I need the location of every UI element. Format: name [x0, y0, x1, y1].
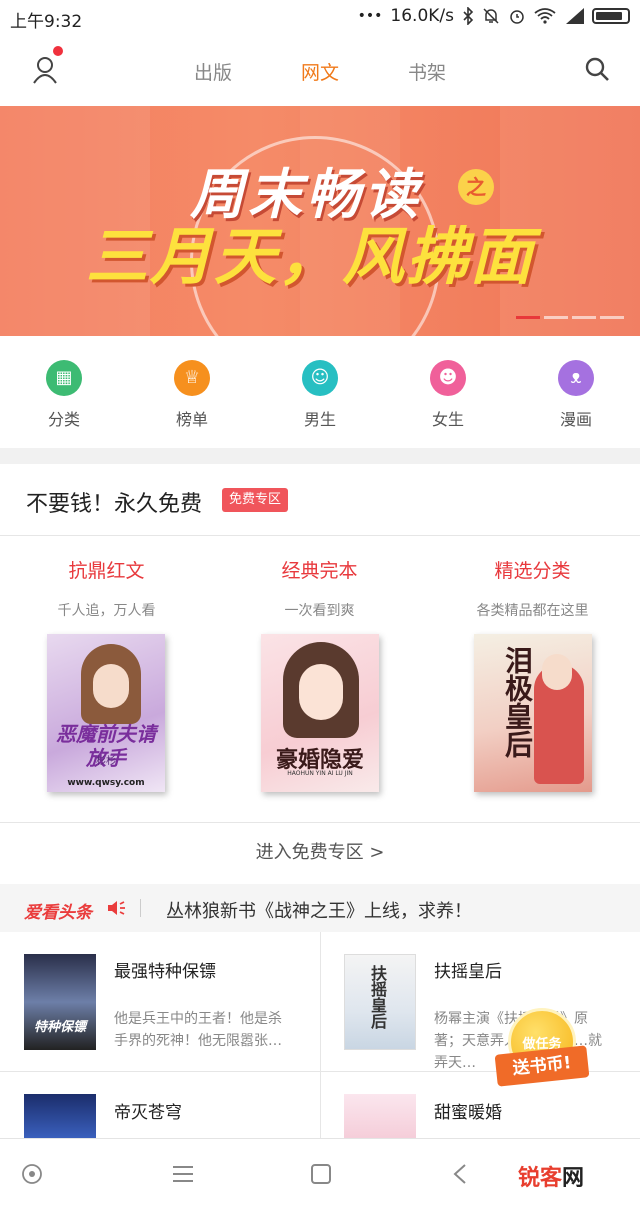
network-speed: 16.0K/s: [390, 6, 454, 26]
category-label: 漫画: [559, 410, 592, 429]
trophy-icon: ♕: [174, 360, 210, 396]
home-icon[interactable]: [310, 1163, 332, 1185]
tab-bookshelf[interactable]: 书架: [408, 58, 446, 85]
headline-text: 丛林狼新书《战神之王》上线，求养！: [166, 901, 472, 922]
column-subtitle: 一次看到爽: [284, 603, 355, 619]
category-label: 男生: [303, 410, 336, 429]
free-section-title: 不要钱！永久免费: [26, 492, 203, 517]
back-icon[interactable]: [452, 1163, 468, 1185]
divider: [0, 822, 640, 823]
signal-icon: [566, 8, 584, 24]
cat-face-icon: ᴥ: [558, 360, 594, 396]
enter-free-zone-link[interactable]: 进入免费专区 >: [0, 838, 640, 864]
column-title: 精选分类: [494, 560, 571, 582]
category-comic[interactable]: ᴥ 漫画: [536, 360, 616, 430]
pager-dot: [572, 316, 596, 319]
column-subtitle: 各类精品都在这里: [476, 603, 589, 619]
pager-dot: [600, 316, 624, 319]
free-column-hot[interactable]: 抗鼎红文 千人追，万人看: [0, 536, 213, 620]
tab-publish[interactable]: 出版: [194, 58, 232, 85]
column-title: 抗鼎红文: [68, 560, 145, 582]
cover-face: [93, 664, 129, 708]
book-cover[interactable]: 豪婚隐爱 HAOHUN YIN AI LU JIN: [261, 634, 379, 792]
top-nav: 出版 网文 书架: [0, 34, 640, 106]
book-cover: [24, 1094, 96, 1138]
column-title: 经典完本: [281, 560, 358, 582]
tab-web-novel[interactable]: 网文: [301, 58, 339, 85]
list-item[interactable]: 特种保镖 最强特种保镖 他是兵王中的王者！他是杀手界的死神！他无限嚣张…: [0, 932, 320, 1071]
search-icon[interactable]: [584, 56, 610, 82]
section-divider: [0, 448, 640, 464]
category-ranking[interactable]: ♕ 榜单: [152, 360, 232, 430]
promo-banner[interactable]: 周末畅读 之 三月天，风拂面: [0, 106, 640, 336]
cover-face: [542, 654, 572, 690]
wifi-icon: [534, 8, 556, 24]
news-ticker[interactable]: 爱看头条 丛林狼新书《战神之王》上线，求养！: [0, 884, 640, 932]
free-zone-badge[interactable]: 免费专区: [222, 488, 289, 512]
free-column-complete[interactable]: 经典完本 一次看到爽: [213, 536, 426, 620]
book-title: 扶摇皇后: [434, 962, 502, 982]
menu-icon[interactable]: [172, 1165, 194, 1183]
category-label: 榜单: [175, 410, 208, 429]
ticker-separator: [140, 899, 141, 917]
book-cover: 扶摇皇后: [344, 954, 416, 1050]
book-author: 杉杉: [96, 756, 116, 767]
category-row: ▦ 分类 ♕ 榜单 ☺ 男生 ☻ 女生 ᴥ 漫画: [0, 336, 640, 448]
watermark-part: 锐客: [518, 1166, 563, 1191]
notification-dot: [53, 46, 63, 56]
cover-face: [299, 664, 343, 720]
bluetooth-icon: [463, 7, 474, 25]
book-cover: 特种保镖: [24, 954, 96, 1050]
category-label: 女生: [431, 410, 464, 429]
cover-text: 扶摇皇后: [368, 965, 387, 1029]
book-title: 最强特种保镖: [114, 962, 216, 982]
pager-dot: [544, 316, 568, 319]
headline-logo: 爱看头条: [24, 903, 92, 923]
alarm-icon: [510, 10, 524, 24]
category-male[interactable]: ☺ 男生: [280, 360, 360, 430]
status-dots: •••: [357, 8, 383, 24]
book-title: 泪极皇后: [501, 646, 534, 758]
assistant-icon[interactable]: [21, 1163, 43, 1185]
book-title: 甜蜜暖婚: [434, 1103, 502, 1123]
book-cover: [344, 1094, 416, 1138]
book-pinyin: HAOHUN YIN AI LU JIN: [287, 770, 353, 777]
watermark-part: 网: [562, 1166, 585, 1191]
status-bar: 上午9:32 ••• 16.0K/s: [0, 0, 640, 34]
battery-icon: [592, 8, 630, 24]
book-cover[interactable]: 泪极皇后: [474, 634, 592, 792]
watermark: 锐客网: [518, 1160, 584, 1192]
book-description: 他是兵王中的王者！他是杀手界的死神！他无限嚣张…: [114, 1011, 282, 1049]
category-female[interactable]: ☻ 女生: [408, 360, 488, 430]
book-site: www.qwsy.com: [67, 778, 145, 788]
task-reward-badge[interactable]: 做任务 送书币!: [494, 1008, 590, 1100]
book-cover[interactable]: 恶魔前夫请放手 杉杉 www.qwsy.com: [47, 634, 165, 792]
pager-dot: [516, 316, 540, 319]
book-title: 帝灭苍穹: [114, 1103, 182, 1123]
free-column-selected[interactable]: 精选分类 各类精品都在这里: [426, 536, 639, 620]
app-screen: 上午9:32 ••• 16.0K/s 出版 网文 书架 周末畅读 之 三月天，风…: [0, 0, 640, 1209]
banner-zhi: 之: [458, 169, 494, 205]
list-item[interactable]: 扶摇皇后 扶摇皇后 杨幂主演《扶摇皇后》原著；天意弄人是么？那…就弄天…: [320, 932, 640, 1071]
status-time: 上午9:32: [10, 12, 83, 32]
column-subtitle: 千人追，万人看: [57, 603, 156, 619]
category-label: 分类: [47, 410, 80, 429]
status-icons: ••• 16.0K/s: [358, 6, 630, 26]
list-item[interactable]: 帝灭苍穹: [0, 1072, 320, 1138]
category-classify[interactable]: ▦ 分类: [24, 360, 104, 430]
male-avatar-icon: ☺: [302, 360, 338, 396]
user-icon[interactable]: [32, 56, 58, 84]
book-icon: ▦: [46, 360, 82, 396]
cover-text: 特种保镖: [33, 1020, 86, 1035]
mute-bell-icon: [483, 8, 499, 24]
list-item[interactable]: 甜蜜暖婚: [320, 1072, 640, 1138]
speaker-icon: [108, 901, 125, 915]
banner-subtitle: 三月天，风拂面: [86, 220, 535, 293]
female-avatar-icon: ☻: [430, 360, 466, 396]
banner-pager: [516, 316, 624, 319]
